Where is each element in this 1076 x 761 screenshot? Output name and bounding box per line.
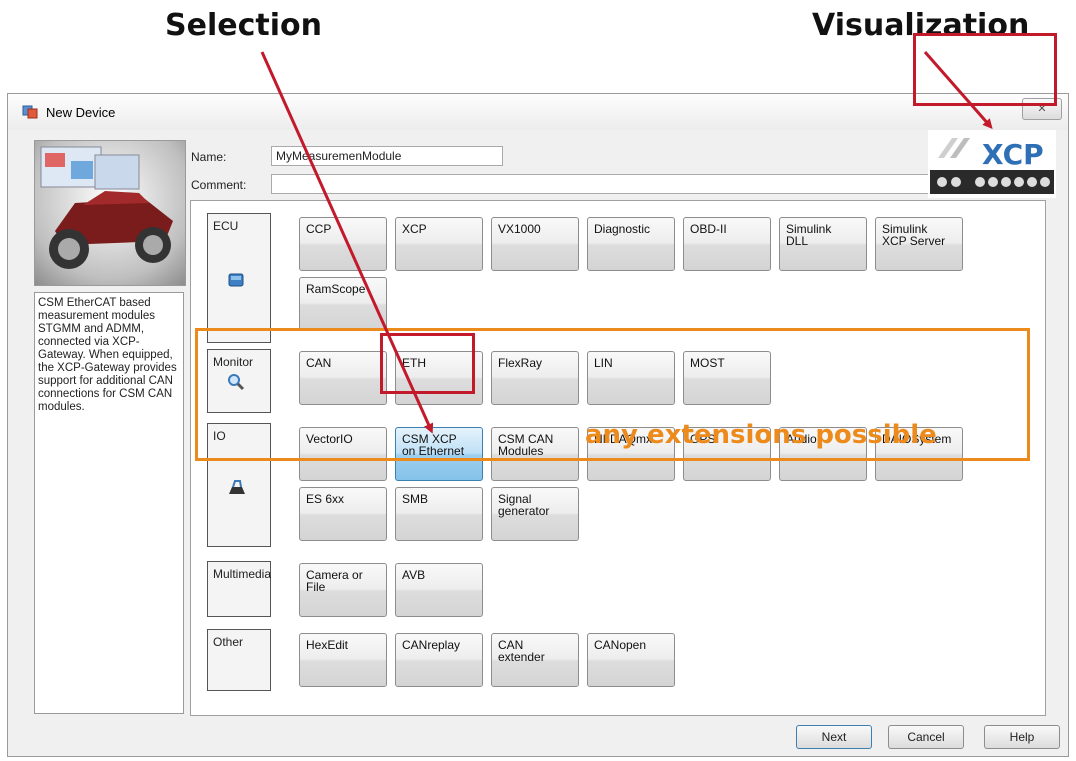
category-ecu: ECU [207, 213, 271, 343]
xcp-logo: XCP [928, 130, 1056, 198]
window-title: New Device [46, 105, 116, 120]
device-button-simulink-dll[interactable]: Simulink DLL [779, 217, 867, 271]
app-icon [22, 105, 38, 119]
device-button-canopen[interactable]: CANopen [587, 633, 675, 687]
device-preview-image [34, 140, 186, 286]
device-button-canreplay[interactable]: CANreplay [395, 633, 483, 687]
io-plug-icon [229, 480, 245, 494]
help-button[interactable]: Help [984, 725, 1060, 749]
visualization-highlight-box [913, 33, 1057, 106]
xcp-logo-text: XCP [982, 138, 1044, 171]
category-multimedia-label: Multimedia [213, 567, 272, 581]
selection-caption: Selection [165, 8, 322, 43]
device-button-smb[interactable]: SMB [395, 487, 483, 541]
name-input[interactable]: MyMeasuremenModule [271, 146, 503, 166]
next-button[interactable]: Next [796, 725, 872, 749]
name-label: Name: [191, 150, 227, 164]
device-button-es-6xx[interactable]: ES 6xx [299, 487, 387, 541]
device-button-vx1000[interactable]: VX1000 [491, 217, 579, 271]
device-button-ccp[interactable]: CCP [299, 217, 387, 271]
device-button-xcp[interactable]: XCP [395, 217, 483, 271]
extensions-annotation: any extensions possible [585, 420, 937, 450]
category-multimedia: Multimedia [207, 561, 271, 617]
device-button-hexedit[interactable]: HexEdit [299, 633, 387, 687]
comment-label: Comment: [191, 178, 247, 192]
title-bar: New Device ✕ [8, 94, 1068, 130]
cancel-button[interactable]: Cancel [888, 725, 964, 749]
device-button-ramscope[interactable]: RamScope [299, 277, 387, 331]
ecu-chip-icon [228, 273, 244, 287]
category-other: Other [207, 629, 271, 691]
device-button-signal-generator[interactable]: Signal generator [491, 487, 579, 541]
car-chassis-illustration [40, 146, 173, 269]
device-button-diagnostic[interactable]: Diagnostic [587, 217, 675, 271]
device-button-can-extender[interactable]: CAN extender [491, 633, 579, 687]
category-other-label: Other [213, 635, 244, 649]
category-ecu-label: ECU [213, 219, 239, 233]
selection-highlight-box [380, 333, 475, 394]
comment-input[interactable] [271, 174, 951, 194]
device-button-avb[interactable]: AVB [395, 563, 483, 617]
device-button-camera-or-file[interactable]: Camera or File [299, 563, 387, 617]
device-button-simulink-xcp-server[interactable]: Simulink XCP Server [875, 217, 963, 271]
device-description: CSM EtherCAT based measurement modules S… [34, 292, 184, 714]
device-button-obd-ii[interactable]: OBD-II [683, 217, 771, 271]
